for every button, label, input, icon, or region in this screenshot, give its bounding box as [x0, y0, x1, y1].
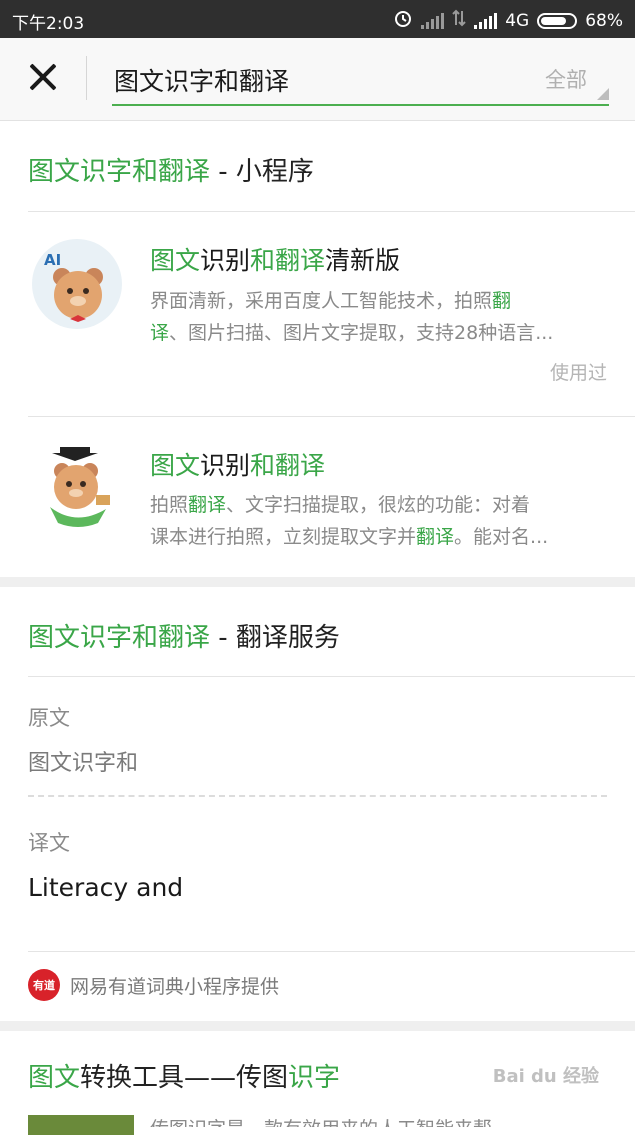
dropdown-triangle-icon[interactable]	[597, 88, 609, 100]
app-description: 拍照翻译、文字扫描提取，很炫的功能：对着 课本进行拍照，立刻提取文字并翻译。能对名…	[150, 494, 549, 548]
battery-icon	[537, 12, 578, 29]
section-title: 图文识字和翻译 - 小程序	[28, 157, 314, 187]
divider	[28, 416, 635, 417]
target-label: 译文	[28, 831, 70, 855]
app-icon: AI	[32, 239, 122, 329]
youdao-logo-icon: 有道	[28, 969, 60, 1001]
divider	[28, 211, 635, 212]
source-text: 图文识字和	[28, 751, 139, 776]
status-icons: 4G 68%	[393, 8, 623, 33]
section-gap	[0, 577, 635, 587]
mini-program-section: 图文识字和翻译 - 小程序 AI 图文识别和翻译清新版 界面清新，采用百度人工智…	[0, 121, 635, 577]
status-bar: 下午2:03 4G 68%	[0, 0, 635, 38]
article-title: 图文转换工具——传图识字	[28, 1063, 341, 1093]
used-badge: 使用过	[549, 362, 607, 384]
search-input[interactable]: 图文识字和翻译	[114, 62, 289, 98]
source-label: 原文	[28, 706, 70, 730]
dashed-divider	[28, 795, 607, 797]
search-scope-dropdown[interactable]: 全部	[545, 64, 587, 94]
close-icon[interactable]	[26, 60, 60, 94]
signal-icon	[421, 12, 445, 29]
app-icon	[32, 441, 122, 531]
search-bar: 图文识字和翻译 全部	[0, 38, 635, 121]
section-title: 图文识字和翻译 - 翻译服务	[28, 623, 340, 653]
search-underline	[112, 104, 609, 106]
article-thumbnail	[28, 1115, 134, 1135]
app-name: 图文识别和翻译	[150, 451, 326, 480]
divider	[28, 676, 635, 677]
app-name: 图文识别和翻译清新版	[150, 246, 401, 275]
section-gap	[0, 1021, 635, 1031]
status-time: 下午2:03	[12, 14, 85, 34]
divider	[86, 56, 87, 100]
network-type: 4G	[505, 10, 530, 31]
battery-percent: 68%	[585, 10, 623, 31]
provider-attribution[interactable]: 有道 网易有道词典小程序提供	[28, 969, 279, 1001]
divider	[28, 951, 635, 952]
alarm-icon	[393, 8, 413, 33]
data-arrows-icon	[452, 9, 466, 32]
signal-icon	[474, 12, 498, 29]
provider-text: 网易有道词典小程序提供	[70, 975, 280, 998]
article-snippet: 传图识字是一款有效用来的人工智能来帮	[150, 1111, 610, 1127]
watermark: Bai du 经验	[492, 1066, 599, 1087]
translation-section: 图文识字和翻译 - 翻译服务 原文 图文识字和 译文 Literacy and …	[0, 587, 635, 1021]
translated-text[interactable]: Literacy and	[28, 873, 183, 902]
app-description: 界面清新，采用百度人工智能技术，拍照翻 译、图片扫描、图片文字提取，支持28种语言…	[150, 290, 554, 344]
ai-badge: AI	[44, 251, 62, 269]
